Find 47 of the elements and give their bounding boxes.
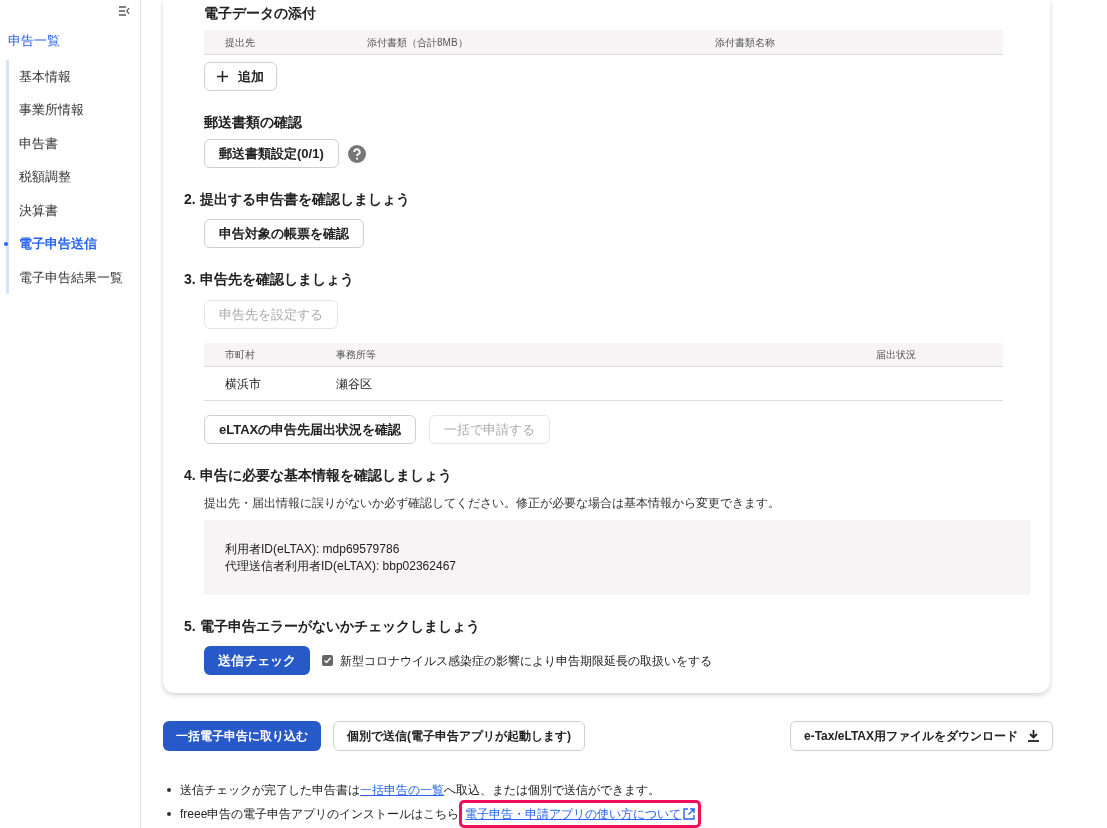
help-icon[interactable] — [347, 144, 366, 163]
section-heading: 電子データの添付 — [204, 4, 317, 23]
send-individually-button[interactable]: 個別で送信(電子申告アプリが起動します) — [333, 721, 585, 751]
download-icon — [1028, 730, 1039, 742]
sidebar-item[interactable]: 事業所情報 — [9, 100, 84, 120]
note-text: へ取込、または個別で送信ができます。 — [444, 781, 660, 799]
column-header: 届出状況 — [876, 348, 916, 362]
import-button[interactable]: 一括電子申告に取り込む — [163, 721, 321, 751]
table-cell-text: 横浜市 — [225, 375, 262, 393]
sidebar-item[interactable]: 電子申告結果一覧 — [9, 267, 123, 287]
collapse-icon[interactable] — [119, 6, 130, 16]
external-link-icon — [683, 807, 696, 820]
column-header: 添付書類（合計8MB） — [367, 35, 469, 50]
checkbox[interactable] — [322, 655, 333, 666]
sidebar-title[interactable]: 申告一覧 — [0, 31, 140, 51]
section-heading: 5. 電子申告エラーがないかチェックしましょう — [184, 617, 481, 636]
destination-action-button[interactable]: eLTAXの申告先届出状況を確認 — [204, 415, 417, 444]
column-header: 事務所等 — [336, 348, 377, 362]
sidebar-item[interactable]: 決算書 — [9, 200, 58, 220]
sidebar-item[interactable]: 申告書 — [9, 133, 58, 153]
section-heading: 郵送書類の確認 — [204, 113, 303, 132]
note-text: freee申告の電子申告アプリのインストールはこちら — [180, 805, 460, 823]
info-line: 代理送信者利用者ID(eLTAX): bbp02362467 — [225, 557, 457, 575]
mail-docs-button[interactable]: 郵送書類設定(0/1) — [204, 139, 339, 168]
column-header: 提出先 — [225, 35, 256, 50]
add-button[interactable]: 追加 — [204, 62, 277, 91]
checkbox-label: 新型コロナウイルス感染症の影響により申告期限延長の取扱いをする — [340, 652, 712, 670]
table-cell-text: 瀬谷区 — [336, 375, 373, 393]
plus-icon — [217, 71, 228, 82]
info-line: 利用者ID(eLTAX): mdp69579786 — [225, 540, 401, 558]
sidebar-item[interactable]: 基本情報 — [9, 66, 71, 86]
sidebar-item[interactable]: 電子申告送信 — [9, 234, 97, 254]
check-forms-button[interactable]: 申告対象の帳票を確認 — [204, 219, 364, 248]
section-heading: 4. 申告に必要な基本情報を確認しましょう — [184, 466, 453, 485]
link[interactable]: 一括申告の一覧 — [360, 780, 444, 799]
description-text: 提出先・届出情報に誤りがないか必ず確認してください。修正が必要な場合は基本情報から変更できます。 — [204, 495, 781, 512]
column-header: 添付書類名称 — [715, 35, 775, 50]
note-text: 送信チェックが完了した申告書は — [180, 781, 360, 799]
section-heading: 3. 申告先を確認しましょう — [184, 270, 355, 289]
link[interactable]: 電子申告・申請アプリの使い方について — [465, 804, 696, 823]
sidebar-item[interactable]: 税額調整 — [9, 167, 71, 187]
download-button[interactable]: e-Tax/eLTAX用ファイルをダウンロード — [790, 721, 1053, 751]
bullet-icon — [167, 787, 171, 792]
column-header: 市町村 — [225, 348, 256, 362]
send-check-button[interactable]: 送信チェック — [204, 646, 310, 675]
bullet-icon — [167, 811, 171, 816]
section-heading: 2. 提出する申告書を確認しましょう — [184, 190, 411, 209]
